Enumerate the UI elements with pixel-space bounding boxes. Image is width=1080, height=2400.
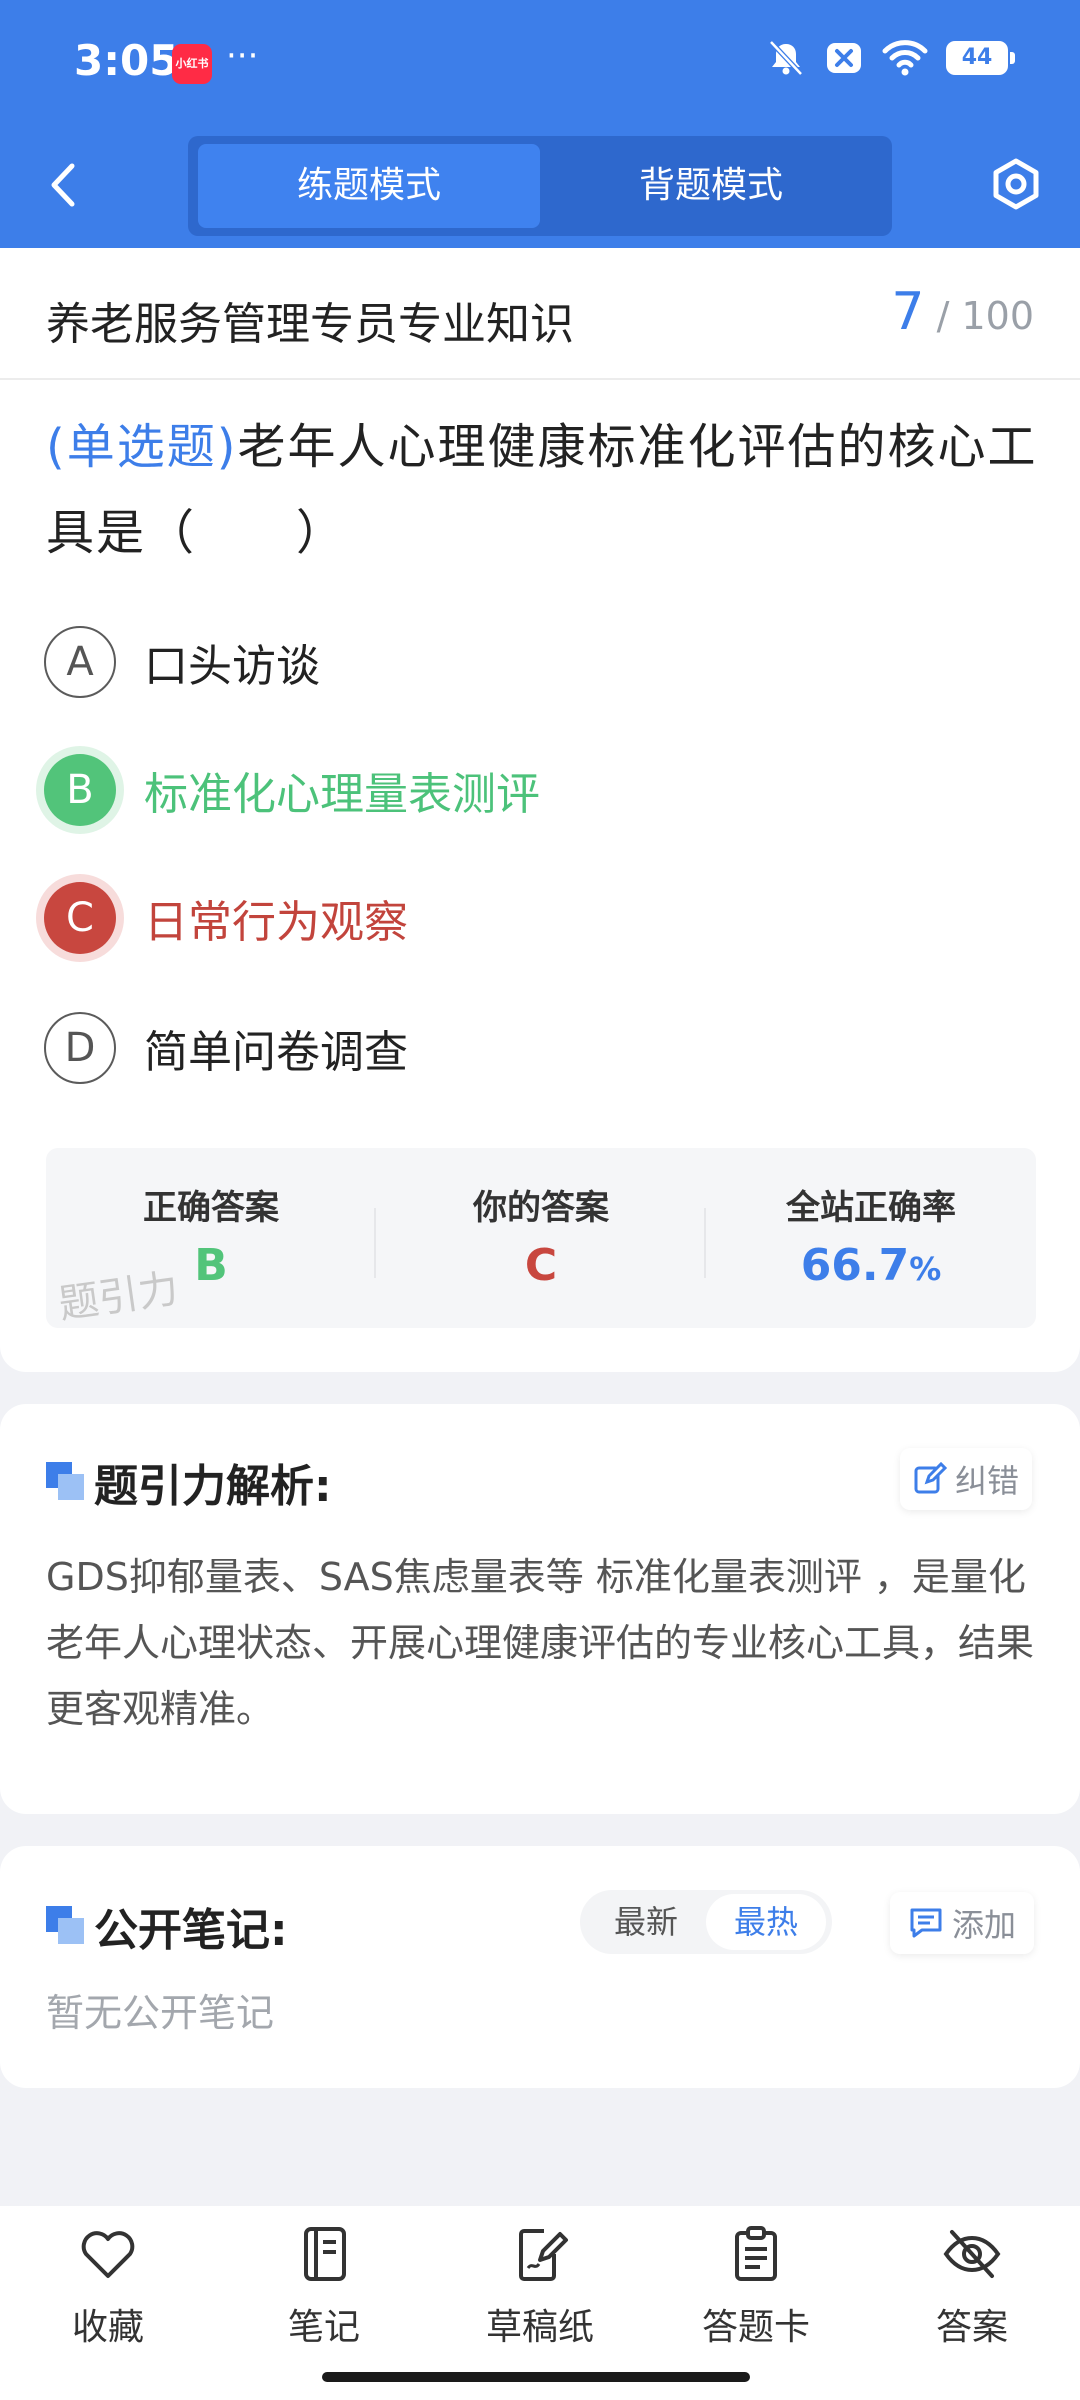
comment-icon [910,1908,942,1938]
more-notifications-icon: ··· [226,36,259,76]
nav-notes[interactable]: 笔记 [254,2224,394,2350]
option-a[interactable]: A 口头访谈 [44,624,320,700]
option-letter: A [44,626,116,698]
nav-label: 答案 [935,2307,1008,2348]
sort-hot[interactable]: 最热 [706,1894,826,1950]
notes-empty-text: 暂无公开笔记 [46,1991,275,2035]
nav-favorite[interactable]: 收藏 [38,2224,178,2350]
bell-mute-icon [769,40,803,76]
nav-label: 草稿纸 [485,2307,594,2348]
app-notification-icon: 小红书 [172,44,212,84]
progress-current: 7 [891,282,925,342]
stat-accuracy: 全站正确率 66.7% [706,1148,1036,1328]
option-text: 日常行为观察 [144,897,408,948]
option-text: 标准化心理量表测评 [144,769,540,820]
stat-your-answer: 你的答案 C [376,1148,706,1328]
report-error-label: 纠错 [954,1462,1019,1500]
accuracy-value: 66.7 [800,1240,910,1291]
sort-latest[interactable]: 最新 [586,1890,706,1954]
nav-answer-card[interactable]: 答题卡 [686,2224,826,2350]
eye-off-icon [943,2230,1001,2278]
add-note-button[interactable]: 添加 [890,1892,1034,1954]
stat-label: 正确答案 [143,1188,279,1228]
option-letter: C [44,882,116,954]
notebook-icon [304,2227,346,2281]
nav-label: 收藏 [71,2307,144,2348]
stat-label: 全站正确率 [786,1188,956,1228]
question-type: (单选题) [46,419,238,475]
option-text: 简单问卷调查 [144,1027,408,1078]
mode-switcher: 练题模式 背题模式 [188,136,892,236]
option-letter: B [44,754,116,826]
nav-answer[interactable]: 答案 [902,2224,1042,2350]
divider [0,378,1080,380]
question-progress: 7 / 100 [891,282,1034,342]
option-text: 口头访谈 [144,641,320,692]
home-indicator[interactable] [322,2372,750,2382]
tab-memorize-mode[interactable]: 背题模式 [540,144,882,228]
stat-value: 66.7% [706,1240,1036,1291]
progress-total: / 100 [936,294,1034,338]
option-d[interactable]: D 简单问卷调查 [44,1010,408,1086]
add-note-label: 添加 [951,1906,1016,1944]
answer-card-icon [735,2226,777,2281]
notes-title: 公开笔记: [94,1905,288,1956]
edit-icon [914,1462,947,1494]
answer-stats: 正确答案 B 你的答案 C 全站正确率 66.7% [46,1148,1036,1328]
nav-draft[interactable]: 草稿纸 [470,2224,610,2350]
stat-label: 你的答案 [473,1188,609,1228]
accuracy-unit: % [909,1250,942,1288]
analysis-text: GDS抑郁量表、SAS焦虑量表等 标准化量表测评 ，是量化老年人心理状态、开展心… [46,1555,1035,1731]
option-letter: D [44,1012,116,1084]
status-icons: 44 [766,38,1015,78]
nav-label: 答题卡 [701,2307,810,2348]
draft-paper-icon [519,2229,568,2281]
option-c[interactable]: C 日常行为观察 [44,880,408,956]
report-error-button[interactable]: 纠错 [900,1448,1032,1510]
close-box-icon [827,43,861,73]
wifi-icon [882,40,928,76]
question-stem: (单选题)老年人心理健康标准化评估的核心工具是（ ） [46,404,1046,576]
notes-card [0,1846,1080,2088]
nav-label: 笔记 [287,2307,360,2348]
status-time: 3:05 [74,36,179,85]
battery-icon: 44 [946,41,1015,75]
heart-icon [81,2231,135,2278]
section-icon [46,1462,84,1500]
notes-sort-toggle: 最新 最热 [580,1890,832,1954]
stat-value: C [524,1240,558,1291]
subject-title: 养老服务管理专员专业知识 [46,299,574,350]
tab-practice-mode[interactable]: 练题模式 [198,144,540,228]
back-icon[interactable] [44,162,84,208]
settings-icon[interactable] [988,156,1044,212]
option-b[interactable]: B 标准化心理量表测评 [44,752,540,828]
analysis-title: 题引力解析: [94,1461,332,1512]
section-icon [46,1906,84,1944]
